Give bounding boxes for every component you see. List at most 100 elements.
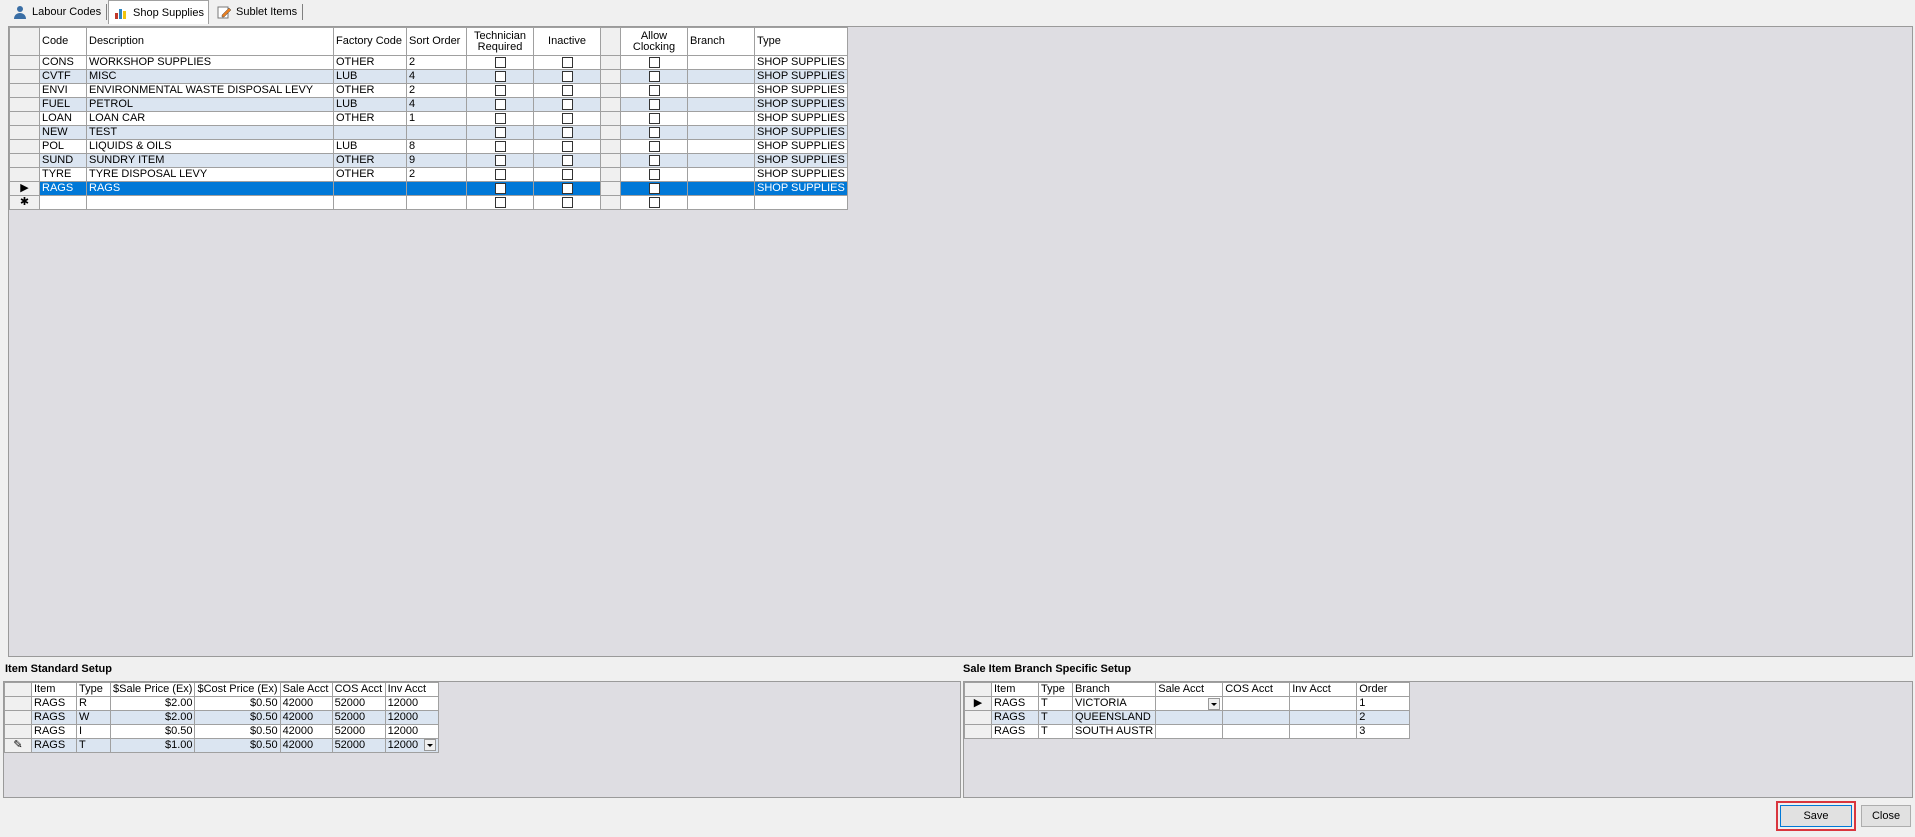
cell-factory-code[interactable]: OTHER <box>333 111 407 126</box>
cell-factory-code[interactable] <box>333 125 407 140</box>
cell-allow-clocking[interactable] <box>620 125 688 140</box>
row-header[interactable] <box>4 696 32 711</box>
cell-sort-order[interactable]: 2 <box>406 167 467 182</box>
cell-description[interactable]: PETROL <box>86 97 334 112</box>
cell-sale-price[interactable]: $2.00 <box>109 710 196 725</box>
checkbox[interactable] <box>648 84 660 96</box>
cell-type[interactable]: SHOP SUPPLIES <box>754 69 848 84</box>
cell-code[interactable]: FUEL <box>39 97 87 112</box>
checkbox[interactable] <box>494 126 506 138</box>
checkbox[interactable] <box>494 140 506 152</box>
cell-code[interactable]: SUND <box>39 153 87 168</box>
checkbox[interactable] <box>648 112 660 124</box>
col-header-type[interactable]: Type <box>1038 682 1073 697</box>
col-header-factory-code[interactable]: Factory Code <box>333 27 407 56</box>
cell-description[interactable]: LOAN CAR <box>86 111 334 126</box>
cell-type[interactable]: R <box>76 696 111 711</box>
cell-description[interactable]: TYRE DISPOSAL LEVY <box>86 167 334 182</box>
save-button[interactable]: Save <box>1776 801 1856 831</box>
cell-technician-required[interactable] <box>466 111 534 126</box>
col-header-inactive[interactable]: Inactive <box>533 27 601 56</box>
cell-code[interactable]: ENVI <box>39 83 87 98</box>
cell-branch[interactable] <box>687 167 755 182</box>
cell-cos-acct[interactable]: 52000 <box>331 738 386 753</box>
cell-branch[interactable] <box>687 139 755 154</box>
cell-technician-required[interactable] <box>466 83 534 98</box>
cell-sort-order[interactable] <box>406 181 467 196</box>
col-header-inv-acct[interactable]: Inv Acct <box>1289 682 1358 697</box>
cell-type[interactable]: SHOP SUPPLIES <box>754 139 848 154</box>
cell-code[interactable]: CVTF <box>39 69 87 84</box>
table-row[interactable]: LOAN LOAN CAR OTHER 1 SHOP SUPPLIES <box>9 111 848 126</box>
cell-empty[interactable] <box>86 195 334 210</box>
table-row[interactable]: CONS WORKSHOP SUPPLIES OTHER 2 SHOP SUPPLIES <box>9 55 848 70</box>
cell-allow-clocking[interactable] <box>620 181 688 196</box>
cell-sort-order[interactable]: 1 <box>406 111 467 126</box>
col-header-description[interactable]: Description <box>86 27 334 56</box>
col-header-type[interactable]: Type <box>76 682 111 697</box>
row-header[interactable] <box>9 111 40 126</box>
table-row[interactable]: CVTF MISC LUB 4 SHOP SUPPLIES <box>9 69 848 84</box>
cell-sort-order[interactable]: 8 <box>406 139 467 154</box>
row-header[interactable]: ✎ <box>4 738 32 753</box>
cell-cos-acct[interactable] <box>1222 710 1291 725</box>
cell-sale-acct[interactable] <box>1155 724 1224 739</box>
table-row[interactable]: RAGS I $0.50 $0.50 42000 52000 12000 <box>4 724 439 739</box>
row-header[interactable] <box>964 724 992 739</box>
checkbox[interactable] <box>648 56 660 68</box>
cell-inv-acct[interactable]: 12000 <box>384 710 439 725</box>
cell-type[interactable]: I <box>76 724 111 739</box>
cell-cos-acct[interactable]: 52000 <box>331 710 386 725</box>
checkbox[interactable] <box>494 56 506 68</box>
row-header[interactable]: ▶ <box>9 181 40 196</box>
checkbox[interactable] <box>561 168 573 180</box>
checkbox[interactable] <box>561 84 573 96</box>
table-row[interactable]: TYRE TYRE DISPOSAL LEVY OTHER 2 SHOP SUPPLIE… <box>9 167 848 182</box>
col-header-sale-acct[interactable]: Sale Acct <box>1155 682 1224 697</box>
cell-factory-code[interactable]: OTHER <box>333 167 407 182</box>
cell-empty[interactable] <box>687 195 755 210</box>
cell-type[interactable]: SHOP SUPPLIES <box>754 83 848 98</box>
cell-technician-required[interactable] <box>466 125 534 140</box>
cell-allow-clocking[interactable] <box>620 97 688 112</box>
cell-sale-acct[interactable]: 42000 <box>279 738 333 753</box>
checkbox[interactable] <box>561 126 573 138</box>
checkbox[interactable] <box>648 126 660 138</box>
cell-inactive[interactable] <box>533 69 601 84</box>
row-header[interactable]: ▶ <box>964 696 992 711</box>
row-header[interactable]: ✱ <box>9 195 40 210</box>
cell-sale-acct[interactable]: 42000 <box>279 724 333 739</box>
cell-item[interactable]: RAGS <box>991 710 1039 725</box>
cell-type[interactable]: SHOP SUPPLIES <box>754 167 848 182</box>
cell-cost-price[interactable]: $0.50 <box>194 696 281 711</box>
checkbox[interactable] <box>648 140 660 152</box>
cell-branch[interactable] <box>687 83 755 98</box>
cell-factory-code[interactable]: LUB <box>333 69 407 84</box>
cell-inactive[interactable] <box>533 181 601 196</box>
col-header-inv-acct[interactable]: Inv Acct <box>384 682 439 697</box>
cell-empty[interactable] <box>406 195 467 210</box>
col-header-cos-acct[interactable]: COS Acct <box>331 682 386 697</box>
cell-technician-required[interactable] <box>466 55 534 70</box>
checkbox[interactable] <box>561 70 573 82</box>
table-row[interactable]: ▶ RAGS T VICTORIA 1 <box>964 696 1411 711</box>
cell-type[interactable]: T <box>1038 724 1073 739</box>
cell-sort-order[interactable]: 2 <box>406 55 467 70</box>
cell-type[interactable]: SHOP SUPPLIES <box>754 55 848 70</box>
col-header-cos-acct[interactable]: COS Acct <box>1222 682 1291 697</box>
cell-factory-code[interactable]: OTHER <box>333 83 407 98</box>
checkbox[interactable] <box>561 112 573 124</box>
cell-code[interactable]: POL <box>39 139 87 154</box>
cell-sale-price[interactable]: $1.00 <box>109 738 196 753</box>
cell-sale-acct[interactable]: 42000 <box>279 710 333 725</box>
cell-allow-clocking[interactable] <box>620 69 688 84</box>
cell-inactive[interactable] <box>533 83 601 98</box>
cell-branch[interactable]: QUEENSLAND <box>1071 710 1157 725</box>
checkbox[interactable] <box>648 182 660 194</box>
cell-inactive[interactable] <box>533 167 601 182</box>
cell-factory-code[interactable]: OTHER <box>333 153 407 168</box>
table-row[interactable]: RAGS T SOUTH AUSTR 3 <box>964 724 1411 739</box>
col-header-type[interactable]: Type <box>754 27 848 56</box>
dropdown-arrow-icon[interactable] <box>423 739 436 751</box>
cell-empty[interactable] <box>333 195 407 210</box>
